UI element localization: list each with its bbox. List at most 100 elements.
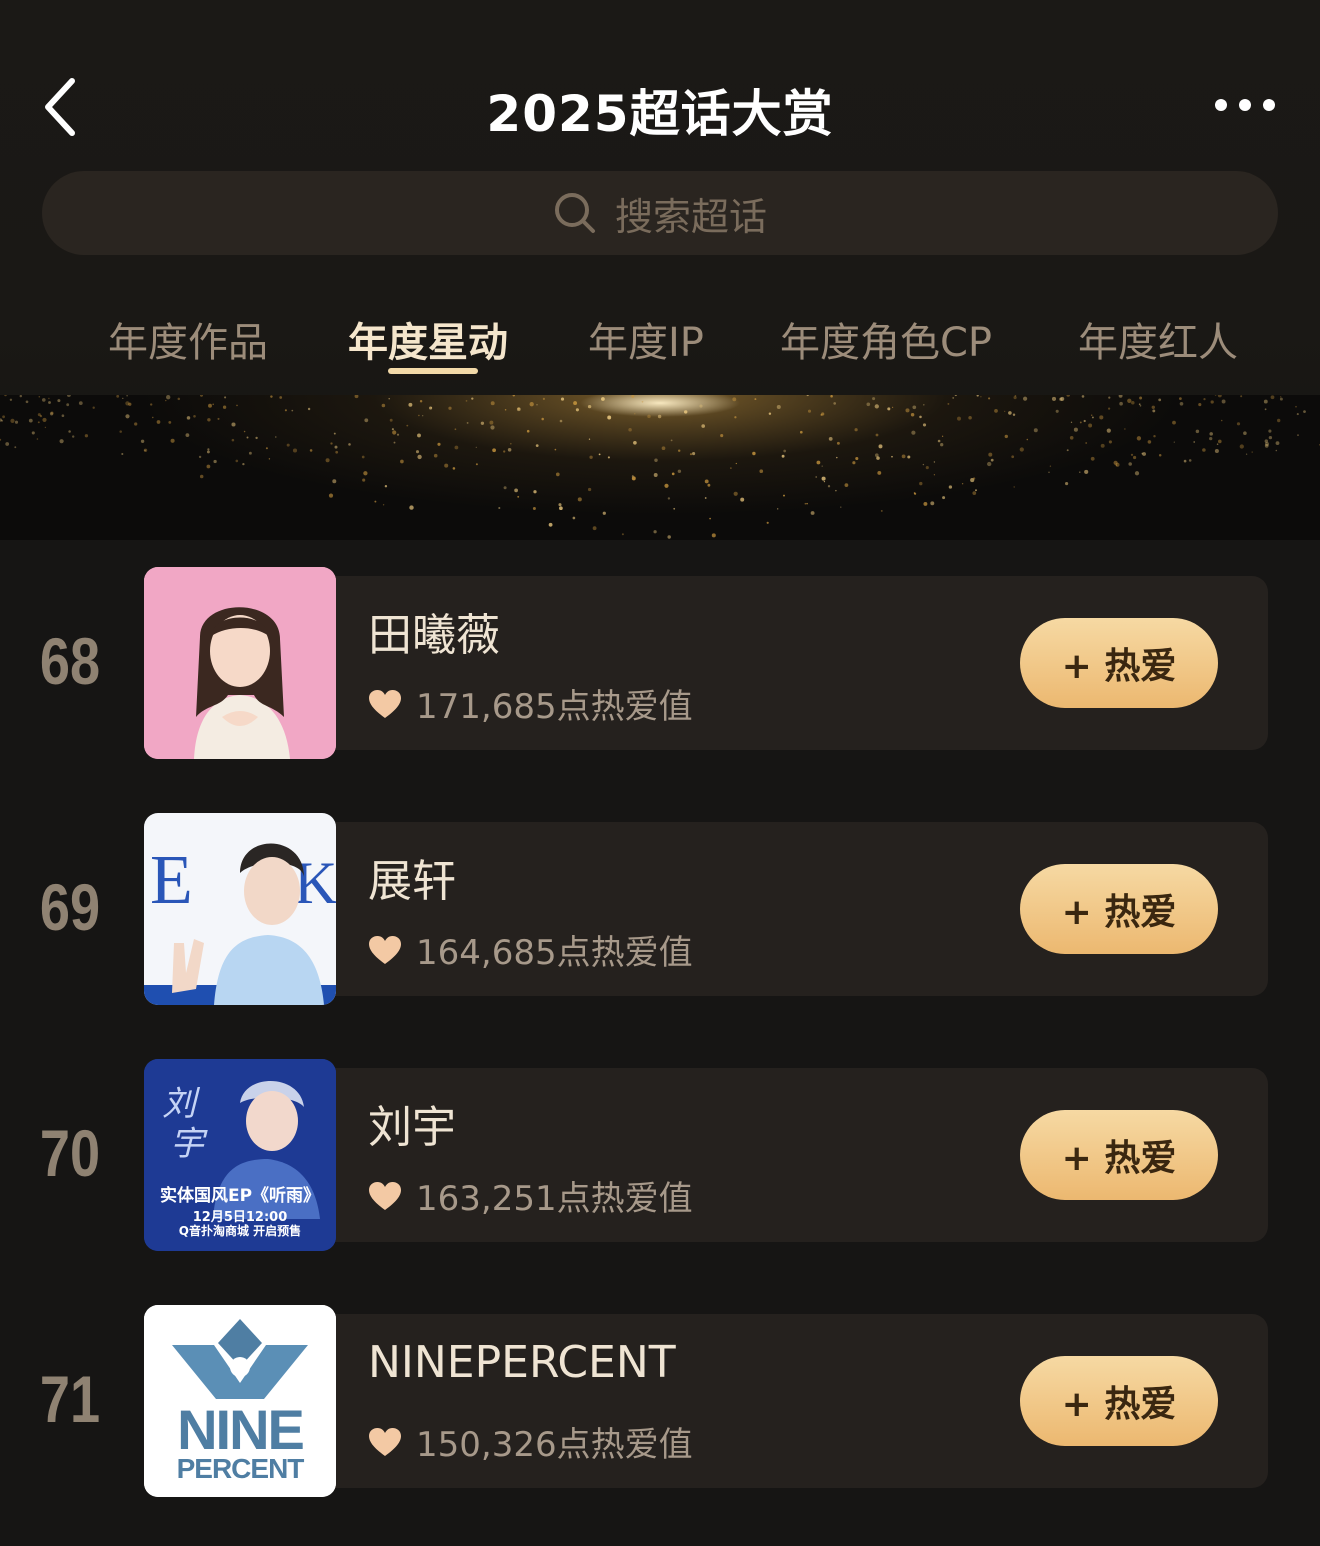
sparkle-dot bbox=[1070, 421, 1073, 423]
sparkle-dot bbox=[601, 397, 605, 401]
sparkle-dot bbox=[937, 439, 941, 443]
tab-annual-character-cp[interactable]: 年度角色CP bbox=[780, 310, 992, 368]
rank-number: 71 bbox=[39, 1362, 101, 1436]
heart-icon bbox=[369, 1427, 401, 1456]
add-love-button[interactable]: + 热爱 bbox=[1020, 618, 1218, 708]
add-love-button[interactable]: + 热爱 bbox=[1020, 1356, 1218, 1446]
sparkle-dot bbox=[827, 485, 831, 488]
sparkle-dot bbox=[541, 417, 544, 421]
sparkle-dot bbox=[1198, 403, 1202, 407]
sparkle-dot bbox=[910, 413, 915, 417]
sparkle-dot bbox=[1209, 436, 1213, 441]
sparkle-dot bbox=[844, 483, 849, 487]
sparkle-dot bbox=[947, 402, 950, 405]
avatar[interactable]: NINE PERCENT bbox=[144, 1305, 336, 1497]
avatar[interactable]: 刘 宇 实体国风EP《听雨》 12月5日12:00 Q音扑淘商城 开启预售 bbox=[144, 1059, 336, 1251]
sparkle-dot bbox=[821, 465, 823, 467]
sparkle-dot bbox=[1065, 482, 1069, 486]
sparkle-dot bbox=[42, 417, 47, 422]
sparkle-dot bbox=[510, 442, 512, 445]
sparkle-dot bbox=[206, 450, 210, 454]
sparkle-dot bbox=[384, 485, 388, 488]
sparkle-dot bbox=[734, 416, 737, 419]
sparkle-dot bbox=[246, 436, 249, 439]
sparkle-dot bbox=[362, 478, 366, 482]
active-tab-indicator bbox=[388, 368, 478, 374]
sparkle-dot bbox=[1049, 465, 1052, 467]
sparkle-dot bbox=[348, 443, 351, 446]
sparkle-dot bbox=[994, 409, 998, 413]
search-bar[interactable]: 搜索超话 bbox=[42, 171, 1278, 255]
star-name: 展轩 bbox=[368, 856, 456, 907]
sparkle-dot bbox=[14, 446, 17, 449]
sparkle-dot bbox=[381, 403, 386, 408]
tab-annual-works[interactable]: 年度作品 bbox=[108, 310, 268, 368]
avatar[interactable]: E K bbox=[144, 813, 336, 1005]
tab-annual-influencers[interactable]: 年度红人 bbox=[1078, 310, 1238, 368]
sparkle-dot bbox=[1008, 411, 1012, 415]
add-love-button[interactable]: + 热爱 bbox=[1020, 1110, 1218, 1200]
sparkle-dot bbox=[654, 458, 658, 462]
sparkle-dot bbox=[952, 396, 955, 399]
more-dots-icon bbox=[1215, 99, 1275, 111]
add-love-button[interactable]: + 热爱 bbox=[1020, 864, 1218, 954]
sparkle-dot bbox=[806, 395, 809, 397]
sparkle-dot bbox=[1188, 459, 1192, 462]
sparkle-dot bbox=[653, 473, 658, 477]
sparkle-dot bbox=[925, 466, 929, 470]
sparkle-dot bbox=[1133, 455, 1137, 460]
sparkle-dot bbox=[1084, 469, 1089, 474]
sparkle-dot bbox=[10, 418, 15, 424]
sparkle-dot bbox=[536, 404, 538, 406]
sparkle-dot bbox=[759, 469, 764, 474]
sparkle-dot bbox=[335, 450, 339, 454]
sparkle-dot bbox=[555, 472, 560, 477]
sparkle-dot bbox=[1113, 460, 1118, 465]
sparkle-dot bbox=[799, 430, 803, 434]
sparkle-dot bbox=[783, 494, 785, 497]
sparkle-dot bbox=[1100, 443, 1105, 448]
tab-annual-stars[interactable]: 年度星动 bbox=[348, 310, 508, 368]
sparkle-dot bbox=[475, 463, 478, 466]
sparkle-dot bbox=[866, 402, 871, 407]
sparkle-dot bbox=[125, 414, 130, 419]
tab-annual-ip[interactable]: 年度IP bbox=[588, 310, 704, 368]
sparkle-dot bbox=[1079, 421, 1082, 424]
sparkle-dot bbox=[535, 444, 539, 447]
sparkle-dot bbox=[1270, 395, 1275, 400]
sparkle-dot bbox=[880, 509, 883, 512]
sparkle-dot bbox=[48, 397, 50, 400]
sparkle-dot bbox=[84, 434, 89, 438]
rank-number: 68 bbox=[39, 624, 101, 698]
sparkle-dot bbox=[255, 436, 258, 440]
sparkle-dot bbox=[193, 414, 196, 418]
sparkle-dot bbox=[1151, 405, 1156, 409]
more-button[interactable] bbox=[1205, 85, 1285, 125]
sparkle-dot bbox=[854, 428, 858, 432]
sparkle-dot bbox=[284, 409, 287, 412]
sparkle-dot bbox=[186, 416, 191, 420]
sparkle-dot bbox=[409, 505, 414, 510]
sparkle-dot bbox=[1091, 416, 1094, 419]
sparkle-dot bbox=[1240, 395, 1243, 398]
avatar[interactable] bbox=[144, 567, 336, 759]
sparkle-dot bbox=[961, 483, 964, 485]
sparkle-dot bbox=[1048, 471, 1050, 474]
sparkle-dot bbox=[735, 462, 737, 465]
sparkle-dot bbox=[533, 490, 537, 494]
sparkle-dot bbox=[1217, 439, 1222, 444]
sparkle-dot bbox=[448, 406, 452, 410]
sparkle-dot bbox=[1280, 396, 1282, 398]
sparkle-dot bbox=[907, 455, 911, 459]
sparkle-dot bbox=[14, 420, 19, 424]
sparkle-dot bbox=[641, 400, 644, 403]
sparkle-dot bbox=[820, 413, 823, 416]
sparkle-dot bbox=[855, 456, 859, 461]
sparkle-dot bbox=[1023, 396, 1028, 401]
sparkle-dot bbox=[307, 407, 311, 411]
poster-headline: 实体国风EP《听雨》 bbox=[159, 1186, 321, 1206]
love-score: 150,326点热爱值 bbox=[416, 1425, 693, 1465]
sparkle-dot bbox=[667, 497, 671, 500]
sparkle-dot bbox=[156, 420, 161, 424]
sparkle-dot bbox=[923, 404, 925, 406]
